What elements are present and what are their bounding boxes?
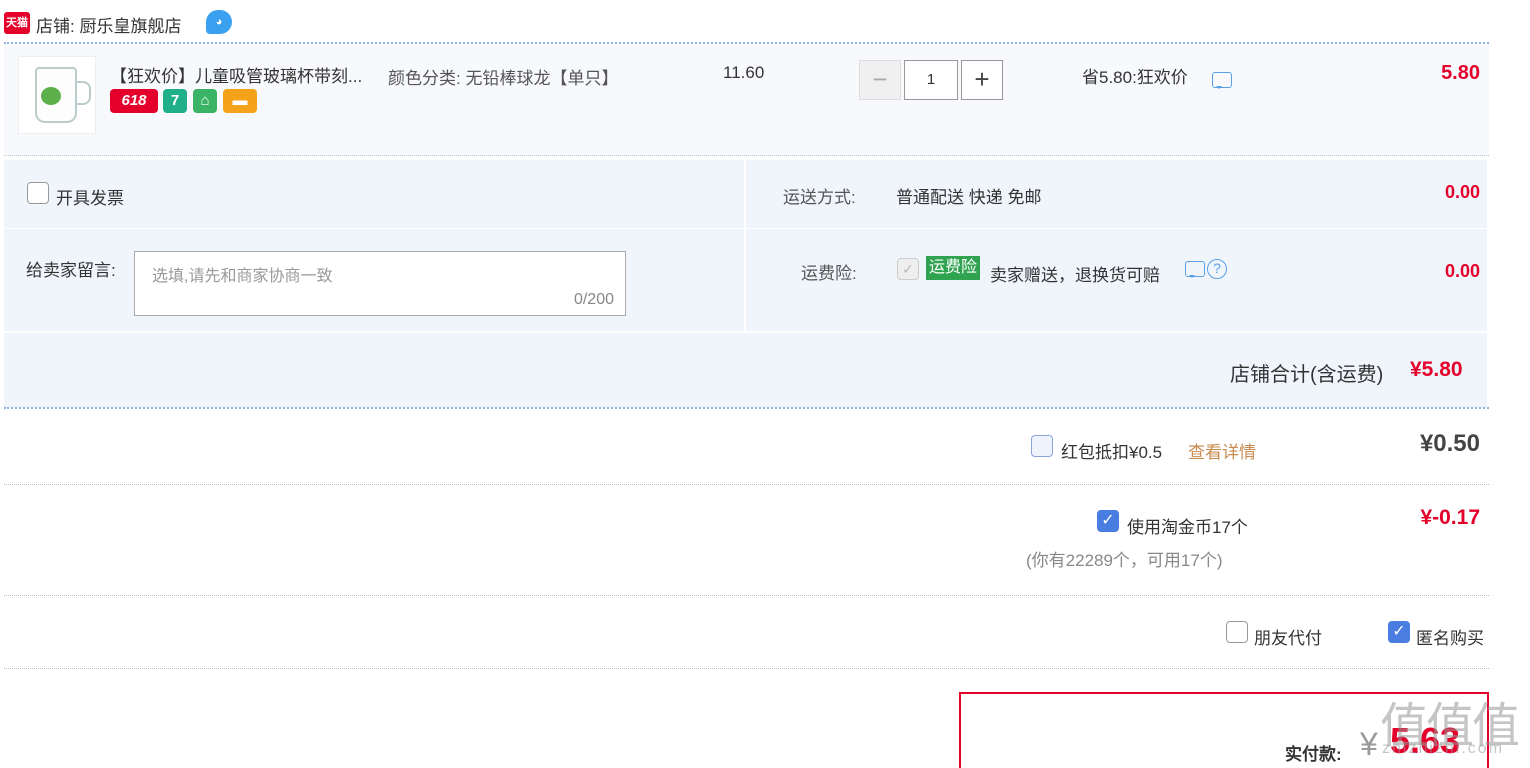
friend-pay-checkbox[interactable]: [1226, 621, 1248, 643]
store-name[interactable]: 店铺: 厨乐皇旗舰店: [36, 12, 181, 37]
quantity-decrease-button[interactable]: −: [859, 60, 901, 100]
promo-text: 省5.80:狂欢价: [1082, 68, 1188, 87]
unit-price: 11.60: [723, 63, 765, 82]
promo-chat-icon[interactable]: [1212, 72, 1232, 89]
product-sku: 颜色分类: 无铅棒球龙【单只】: [388, 69, 619, 88]
friend-pay-label: 朋友代付: [1254, 629, 1322, 648]
product-thumbnail[interactable]: [18, 56, 96, 134]
coins-value: ¥-0.17: [1420, 506, 1480, 529]
divider: [4, 595, 1489, 596]
divider: [4, 484, 1489, 485]
shipping-label: 运送方式:: [783, 188, 856, 207]
coins-checkbox[interactable]: ✓: [1097, 510, 1119, 532]
anonymous-label: 匿名购买: [1416, 629, 1484, 648]
insurance-badge: 运费险: [926, 256, 981, 280]
badge-card-icon: ▬: [223, 89, 257, 113]
watermark-bottom: zhizhizhi.com: [1382, 740, 1505, 757]
shipping-amount: 0.00: [1444, 182, 1480, 202]
message-placeholder: 选填,请先和商家协商一致: [152, 268, 333, 285]
product-title[interactable]: 【狂欢价】儿童吸管玻璃杯带刻...: [110, 62, 362, 87]
badge-gift-icon: ⌂: [193, 89, 217, 113]
divider: [4, 668, 1489, 669]
anonymous-checkbox[interactable]: ✓: [1388, 621, 1410, 643]
cup-handle: [77, 81, 91, 105]
payment-currency: ¥: [1360, 726, 1378, 762]
quantity-input[interactable]: 1: [904, 60, 958, 100]
tmall-logo: 天猫: [4, 12, 30, 34]
insurance-amount: 0.00: [1444, 261, 1480, 281]
shipping-method[interactable]: 普通配送 快递 免邮: [896, 183, 1041, 208]
badge-618: 618: [110, 89, 158, 113]
store-total-label: 店铺合计(含运费): [1230, 364, 1384, 386]
invoice-checkbox[interactable]: [27, 182, 49, 204]
badge-7day-return: 7: [163, 89, 187, 113]
invoice-label: 开具发票: [56, 189, 124, 208]
message-label: 给卖家留言:: [26, 261, 116, 280]
store-total-divider: [4, 407, 1489, 409]
message-char-count: 0/200: [573, 291, 614, 308]
insurance-checkbox: ✓: [897, 258, 919, 280]
redpacket-label: 红包抵扣¥0.5: [1061, 443, 1163, 462]
insurance-desc: 卖家赠送，退换货可赔: [990, 266, 1160, 285]
frog-decal: [41, 87, 61, 105]
payment-label: 实付款:: [1285, 745, 1342, 764]
redpacket-checkbox[interactable]: [1031, 435, 1053, 457]
insurance-chat-icon[interactable]: [1185, 261, 1205, 278]
coins-sub: (你有22289个，可用17个): [1026, 551, 1223, 570]
redpacket-value: ¥0.50: [1419, 430, 1480, 457]
wangwang-chat-icon[interactable]: ◕: [206, 10, 232, 34]
redpacket-detail-link[interactable]: 查看详情: [1188, 438, 1256, 463]
watermark: 值值值 zhizhizhi.com: [1380, 686, 1530, 768]
quantity-increase-button[interactable]: +: [961, 60, 1003, 100]
item-total: 5.80: [1441, 62, 1480, 84]
coins-label: 使用淘金币17个: [1127, 518, 1248, 537]
help-icon[interactable]: ?: [1207, 259, 1227, 279]
store-total-value: ¥5.80: [1410, 358, 1463, 381]
shipping-panel: [746, 160, 1487, 228]
insurance-label: 运费险:: [801, 264, 857, 283]
